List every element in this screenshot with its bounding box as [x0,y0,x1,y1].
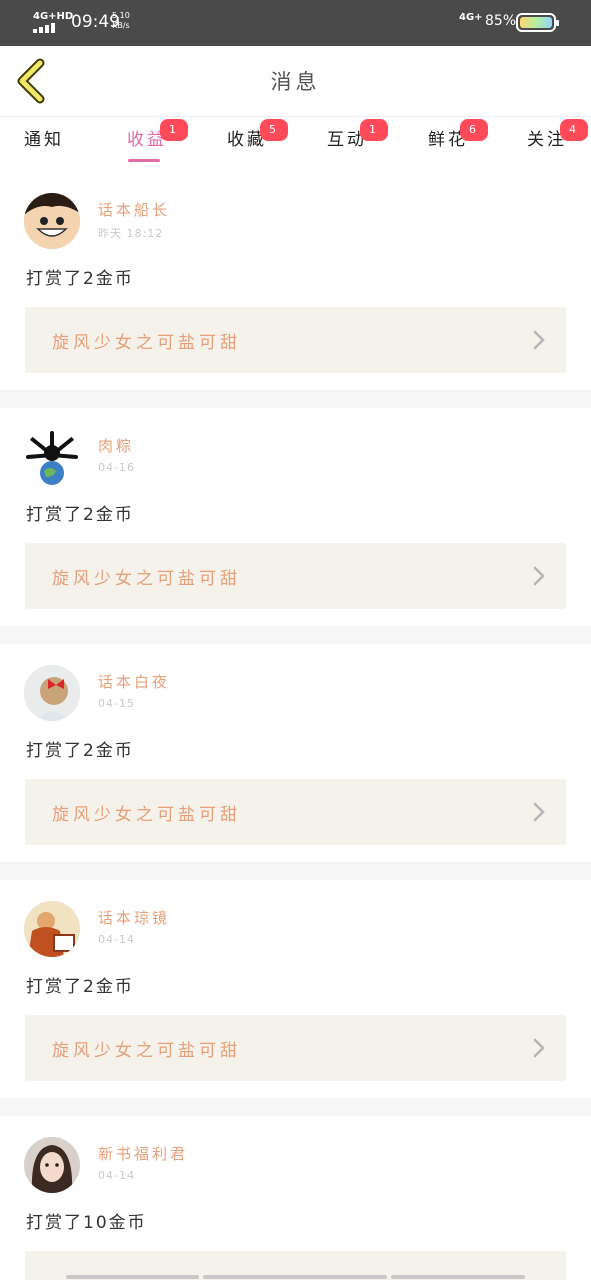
tab-label: 通知 [24,130,64,150]
list-item: 话本白夜 04-15 打赏了2金币 旋风少女之可盐可甜 [0,644,591,862]
network-type: 4G+HD [33,11,74,22]
badge-count: 4 [560,119,588,141]
signal-icon [33,23,55,33]
avatar-image [24,193,80,249]
badge-count: 1 [360,119,388,141]
timestamp: 04-14 [98,933,135,946]
book-title: 旋风少女之可盐可甜 [52,805,241,825]
badge-count: 5 [260,119,288,141]
user-name[interactable]: 话本白夜 [98,671,170,692]
battery-percent: 85% [485,13,517,29]
user-name[interactable]: 话本船长 [98,199,170,220]
timestamp: 昨天 18:12 [98,227,164,240]
reward-text: 打赏了2金币 [26,269,134,289]
reward-text: 打赏了2金币 [26,977,134,997]
luffy-avatar[interactable] [24,193,80,249]
book-link[interactable]: 旋风少女之可盐可甜 [25,779,566,845]
user-name[interactable]: 肉粽 [98,435,134,456]
tab-bar: 通知 收益 1 收藏 5 互动 1 鲜花 6 关注 4 [0,116,591,172]
divider [0,390,591,408]
avatar-image [24,429,80,485]
book-title: 旋风少女之可盐可甜 [52,569,241,589]
reward-text: 打赏了2金币 [26,505,134,525]
header: 消息 [0,46,591,116]
girl-bow-avatar[interactable] [24,665,80,721]
list-item: 话本琼镜 04-14 打赏了2金币 旋风少女之可盐可甜 [0,880,591,1098]
book-link[interactable]: 旋风少女之可盐可甜 [25,1015,566,1081]
book-title: 旋风少女之可盐可甜 [52,333,241,353]
badge-count: 6 [460,119,488,141]
battery-icon [516,13,559,32]
nav-gesture-bar [66,1275,199,1279]
list-item: 话本船长 昨天 18:12 打赏了2金币 旋风少女之可盐可甜 [0,172,591,390]
tab-earnings[interactable]: 收益 1 [127,119,188,150]
nav-gesture-bar [391,1275,525,1279]
divider [0,862,591,880]
nav-gesture-bar [203,1275,387,1279]
timestamp: 04-15 [98,697,135,710]
status-bar: 4G+HD 09:49 5.10 KB/s 4G+ 85% [0,0,591,46]
reward-text: 打赏了2金币 [26,741,134,761]
chevron-right-icon [533,566,545,586]
book-link[interactable]: 旋风少女之可盐可甜 [25,543,566,609]
timestamp: 04-14 [98,1169,135,1182]
avatar-image [24,665,80,721]
avatar-image [24,901,80,957]
girl-avatar[interactable] [24,1137,80,1193]
avatar-image [24,1137,80,1193]
reward-text: 打赏了10金币 [26,1213,147,1233]
divider [0,1098,591,1116]
list-item: 新书福利君 04-14 打赏了10金币 [0,1116,591,1280]
page-title: 消息 [270,70,321,94]
tab-interactions[interactable]: 互动 1 [327,119,388,150]
tab-favorites[interactable]: 收藏 5 [227,119,288,150]
list-item: 肉粽 04-16 打赏了2金币 旋风少女之可盐可甜 [0,408,591,626]
net-speed: 5.10 KB/s [112,11,130,30]
chevron-right-icon [533,1038,545,1058]
timestamp: 04-16 [98,461,135,474]
user-name[interactable]: 新书福利君 [98,1143,188,1164]
book-link[interactable]: 旋风少女之可盐可甜 [25,307,566,373]
badge-count: 1 [160,119,188,141]
active-tab-indicator [128,159,160,162]
network-type-right: 4G+ [459,12,483,23]
book-title: 旋风少女之可盐可甜 [52,1041,241,1061]
tab-notifications[interactable]: 通知 [24,125,64,150]
chevron-right-icon [533,330,545,350]
orange-avatar[interactable] [24,901,80,957]
divider [0,626,591,644]
chevron-right-icon [533,802,545,822]
tab-follows[interactable]: 关注 4 [527,119,588,150]
user-name[interactable]: 话本琼镜 [98,907,170,928]
tab-flowers[interactable]: 鲜花 6 [428,119,488,150]
earth-avatar[interactable] [24,429,80,485]
